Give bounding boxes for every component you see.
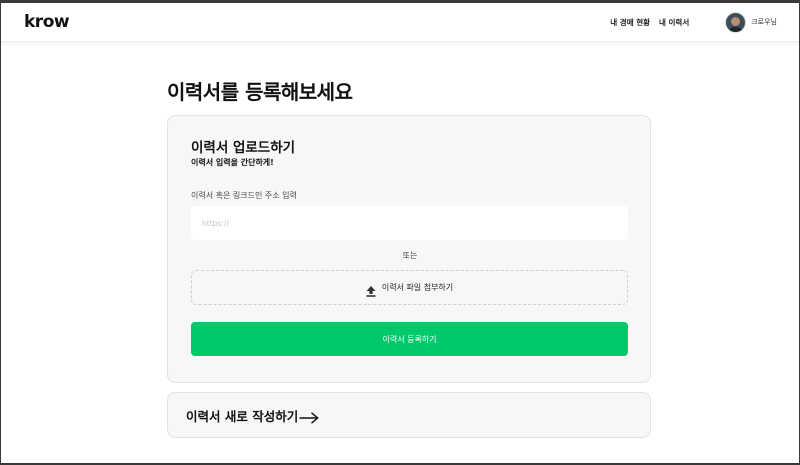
- or-divider-text: 또는: [402, 251, 418, 260]
- write-new-resume-card[interactable]: 이력서 새로 작성하기: [167, 392, 651, 438]
- upload-card: 이력서 업로드하기 이력서 입력을 간단하게! 이력서 혹은 링크드인 주소 입…: [167, 115, 651, 383]
- attach-file-button[interactable]: 이력서 파일 첨부하기: [191, 270, 628, 305]
- attach-file-label: 이력서 파일 첨부하기: [381, 283, 454, 292]
- write-new-resume-label: 이력서 새로 작성하기: [186, 408, 299, 424]
- top-header: krow 내 경매 현황 내 이력서 크로우님: [1, 3, 799, 42]
- url-field-label: 이력서 혹은 링크드인 주소 입력: [191, 191, 297, 200]
- upload-icon: [366, 282, 376, 297]
- arrow-right-icon: [299, 409, 320, 424]
- avatar[interactable]: [725, 11, 747, 33]
- page-title: 이력서를 등록해보세요: [167, 80, 353, 104]
- nav-my-resume[interactable]: 내 이력서: [659, 17, 689, 28]
- upload-card-subtitle: 이력서 입력을 간단하게!: [191, 158, 274, 167]
- user-menu[interactable]: 크로우님: [725, 11, 777, 33]
- user-name: 크로우님: [751, 18, 777, 26]
- avatar-head-shape: [731, 16, 741, 26]
- url-input[interactable]: [191, 206, 628, 240]
- logo[interactable]: krow: [24, 12, 70, 32]
- avatar-body-shape: [727, 26, 745, 32]
- upload-card-title: 이력서 업로드하기: [191, 140, 296, 156]
- register-resume-label: 이력서 등록하기: [382, 334, 437, 344]
- nav-auction-status[interactable]: 내 경매 현황: [610, 17, 650, 28]
- app-window: krow 내 경매 현황 내 이력서 크로우님 이력서를 등록해보세요 이력서 …: [0, 0, 800, 465]
- top-nav: 내 경매 현황 내 이력서 크로우님: [610, 11, 777, 33]
- register-resume-button[interactable]: 이력서 등록하기: [191, 322, 628, 356]
